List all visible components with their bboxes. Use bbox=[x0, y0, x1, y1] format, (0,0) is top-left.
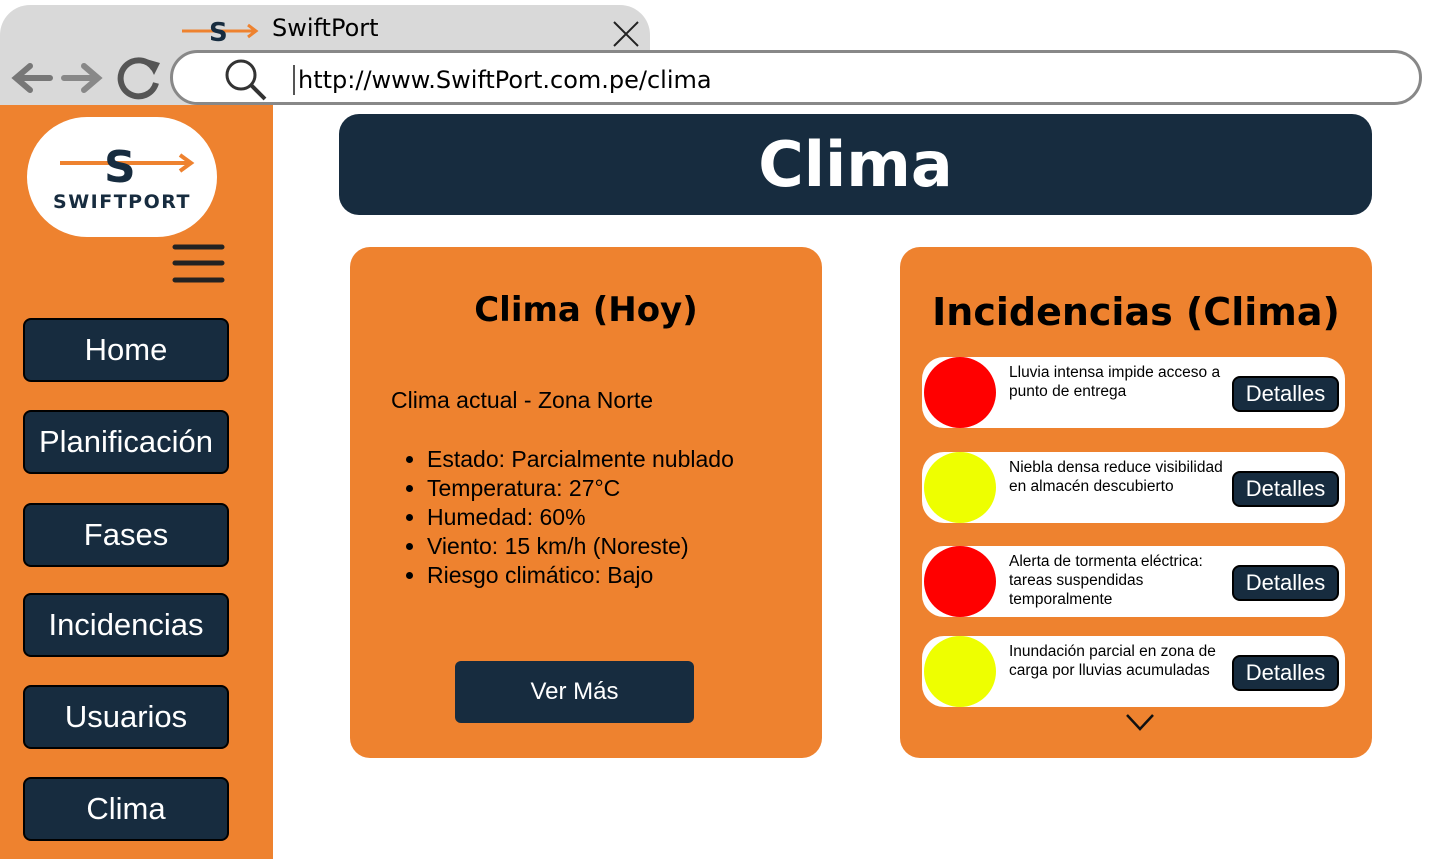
page-title: Clima bbox=[339, 114, 1372, 215]
weather-status: Estado: Parcialmente nublado bbox=[427, 445, 734, 474]
weather-today-card: Clima (Hoy) Clima actual - Zona Norte Es… bbox=[350, 247, 822, 758]
incident-text: Inundación parcial en zona de carga por … bbox=[1009, 643, 1216, 679]
back-icon[interactable] bbox=[10, 60, 55, 96]
incidents-card: Incidencias (Clima) Lluvia intensa impid… bbox=[900, 247, 1372, 758]
incident-text: Niebla densa reduce visibilidad en almac… bbox=[1009, 459, 1223, 495]
incident-text: Lluvia intensa impide acceso a punto de … bbox=[1009, 364, 1221, 400]
severity-indicator bbox=[924, 357, 996, 428]
incident-item: Inundación parcial en zona de carga por … bbox=[922, 636, 1345, 707]
sidebar: S SWIFTPORT Home Planificación Fases Inc… bbox=[0, 105, 273, 859]
sidebar-item-planificacion[interactable]: Planificación bbox=[23, 410, 229, 474]
details-button[interactable]: Detalles bbox=[1232, 471, 1339, 507]
logo-icon: S bbox=[60, 143, 195, 187]
logo[interactable]: S SWIFTPORT bbox=[27, 117, 217, 237]
card-title: Clima (Hoy) bbox=[474, 290, 698, 330]
tab-title: SwiftPort bbox=[272, 14, 379, 42]
weather-wind: Viento: 15 km/h (Noreste) bbox=[427, 532, 734, 561]
details-button[interactable]: Detalles bbox=[1232, 655, 1339, 691]
svg-text:S: S bbox=[209, 18, 228, 44]
weather-humidity: Humedad: 60% bbox=[427, 503, 734, 532]
address-bar[interactable]: http://www.SwiftPort.com.pe/clima bbox=[170, 50, 1422, 105]
sidebar-item-home[interactable]: Home bbox=[23, 318, 229, 382]
details-button[interactable]: Detalles bbox=[1232, 565, 1339, 601]
ver-mas-button[interactable]: Ver Más bbox=[455, 661, 694, 723]
logo-text: SWIFTPORT bbox=[53, 191, 191, 213]
url-text[interactable]: http://www.SwiftPort.com.pe/clima bbox=[293, 65, 712, 95]
incident-item: Lluvia intensa impide acceso a punto de … bbox=[922, 357, 1345, 428]
tab-logo-icon: S bbox=[182, 18, 259, 44]
incident-item: Niebla densa reduce visibilidad en almac… bbox=[922, 452, 1345, 523]
svg-text:S: S bbox=[104, 143, 136, 187]
reload-icon[interactable] bbox=[116, 55, 164, 101]
incident-item: Alerta de tormenta eléctrica: tareas sus… bbox=[922, 546, 1345, 617]
severity-indicator bbox=[924, 546, 996, 617]
severity-indicator bbox=[924, 636, 996, 707]
severity-indicator bbox=[924, 452, 996, 523]
hamburger-menu-icon[interactable] bbox=[172, 243, 225, 285]
incident-text: Alerta de tormenta eléctrica: tareas sus… bbox=[1009, 553, 1203, 608]
search-icon bbox=[225, 59, 267, 101]
weather-temperature: Temperatura: 27°C bbox=[427, 474, 734, 503]
weather-risk: Riesgo climático: Bajo bbox=[427, 561, 734, 590]
weather-zone: Clima actual - Zona Norte bbox=[391, 387, 654, 413]
close-tab-icon[interactable] bbox=[612, 20, 640, 48]
sidebar-item-incidencias[interactable]: Incidencias bbox=[23, 593, 229, 657]
card-title: Incidencias (Clima) bbox=[932, 290, 1340, 334]
forward-icon[interactable] bbox=[60, 60, 105, 96]
details-button[interactable]: Detalles bbox=[1232, 376, 1339, 412]
sidebar-item-usuarios[interactable]: Usuarios bbox=[23, 685, 229, 749]
chevron-down-icon[interactable] bbox=[1125, 713, 1155, 733]
weather-details: Estado: Parcialmente nublado Temperatura… bbox=[402, 445, 734, 590]
sidebar-item-fases[interactable]: Fases bbox=[23, 503, 229, 567]
sidebar-item-clima[interactable]: Clima bbox=[23, 777, 229, 841]
